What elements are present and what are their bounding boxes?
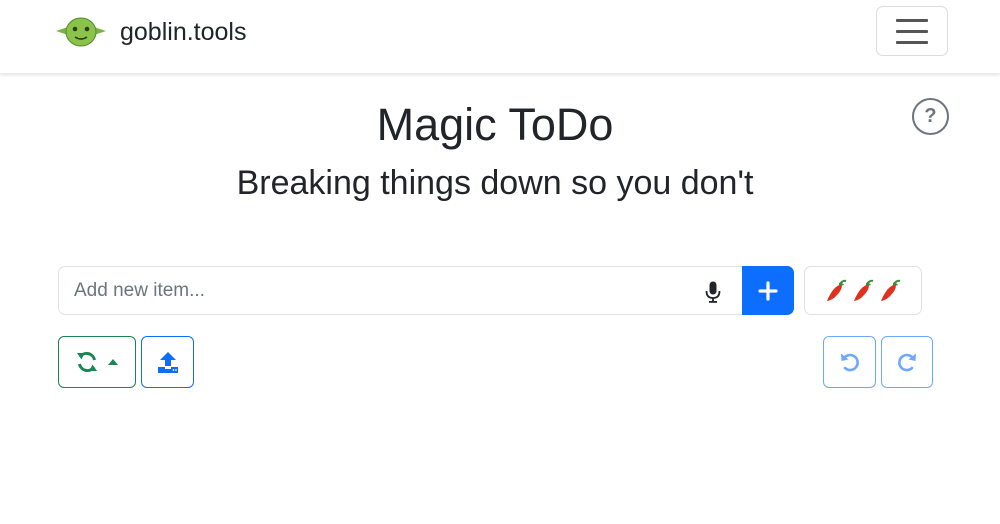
hamburger-bar <box>896 40 928 44</box>
new-item-input[interactable] <box>59 267 742 314</box>
new-item-input-group <box>58 266 794 315</box>
redo-icon <box>898 353 916 372</box>
microphone-icon[interactable] <box>704 281 722 303</box>
top-navbar: goblin.tools <box>0 0 1000 74</box>
brand-link[interactable]: goblin.tools <box>54 14 246 50</box>
add-item-button[interactable] <box>742 266 794 315</box>
regenerate-dropdown-button[interactable] <box>58 336 136 388</box>
new-item-input-wrapper <box>58 266 742 315</box>
hamburger-bar <box>896 29 928 33</box>
page-title: Magic ToDo <box>376 99 614 150</box>
hamburger-menu-icon <box>896 18 928 22</box>
redo-button[interactable] <box>881 336 933 388</box>
export-button[interactable] <box>141 336 194 388</box>
chili-pepper-icon <box>854 279 874 301</box>
spiciness-button[interactable] <box>804 266 922 315</box>
upload-icon <box>157 352 178 373</box>
undo-button[interactable] <box>823 336 876 388</box>
chili-pepper-icon <box>827 279 847 301</box>
sync-icon <box>77 351 97 373</box>
page-subtitle: Breaking things down so you don't <box>236 164 754 202</box>
undo-icon <box>840 353 859 372</box>
navbar-toggle-button[interactable] <box>876 6 948 56</box>
plus-icon <box>758 280 778 301</box>
brand-name: goblin.tools <box>120 18 247 46</box>
caret-up-icon <box>108 359 118 365</box>
goblin-logo-icon <box>56 17 106 47</box>
chili-pepper-icon <box>881 279 901 301</box>
